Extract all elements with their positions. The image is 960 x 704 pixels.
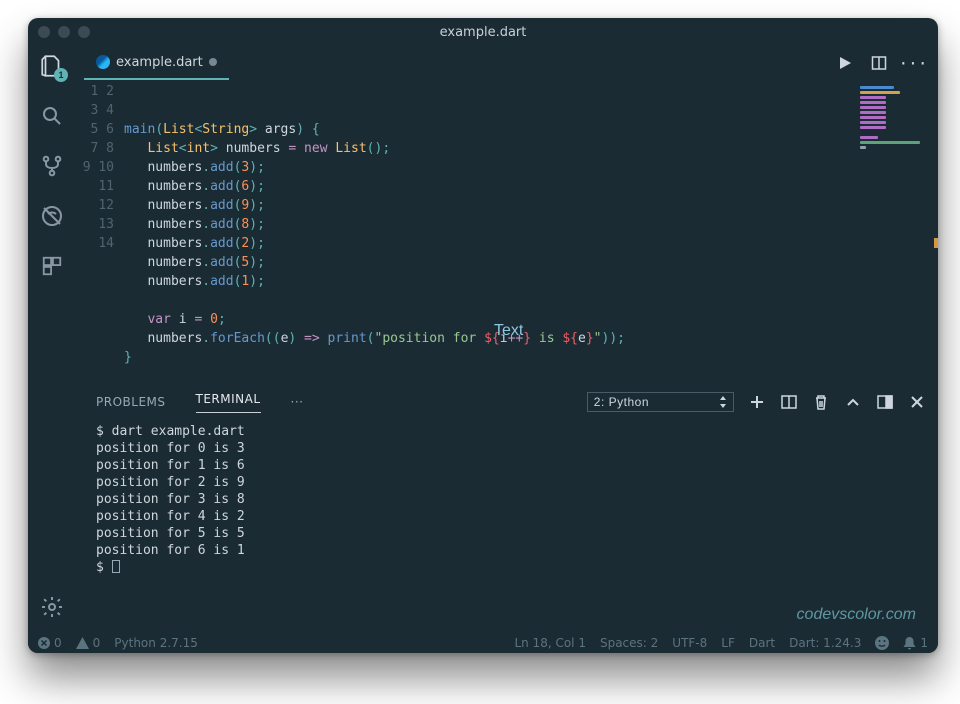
run-icon[interactable]: [836, 54, 854, 72]
chevron-up-icon[interactable]: [844, 393, 862, 411]
editor-actions: ···: [836, 54, 930, 72]
minimize-window-button[interactable]: [58, 26, 70, 38]
tab-problems[interactable]: PROBLEMS: [96, 395, 166, 409]
errors-count[interactable]: 0: [38, 636, 62, 650]
editor-group: example.dart ··· 1 2 3 4 5 6 7 8 9 10 11…: [76, 46, 938, 631]
cursor-position[interactable]: Ln 18, Col 1: [514, 636, 586, 650]
source-control-icon[interactable]: [38, 152, 66, 180]
new-terminal-icon[interactable]: [748, 393, 766, 411]
vscode-window: example.dart 1: [28, 18, 938, 653]
close-panel-icon[interactable]: [908, 393, 926, 411]
watermark-text: codevscolor.com: [797, 606, 916, 623]
bottom-panel: PROBLEMS TERMINAL ··· 2: Python: [76, 385, 938, 631]
maximize-window-button[interactable]: [78, 26, 90, 38]
traffic-lights: [38, 26, 90, 38]
settings-gear-icon[interactable]: [38, 593, 66, 621]
encoding[interactable]: UTF-8: [672, 636, 707, 650]
minimap[interactable]: [854, 84, 932, 204]
split-editor-icon[interactable]: [870, 54, 888, 72]
overlay-annotation: Text: [494, 322, 523, 340]
debug-icon[interactable]: [38, 202, 66, 230]
line-gutter: 1 2 3 4 5 6 7 8 9 10 11 12 13 14: [76, 80, 124, 385]
eol[interactable]: LF: [721, 636, 735, 650]
tab-example-dart[interactable]: example.dart: [84, 46, 229, 80]
tab-bar: example.dart ···: [76, 46, 938, 80]
split-terminal-icon[interactable]: [780, 393, 798, 411]
terminal-selector-label: 2: Python: [594, 395, 649, 409]
dart-file-icon: [96, 55, 110, 69]
code-content[interactable]: main(List<String> args) { List<int> numb…: [124, 80, 938, 385]
warnings-count[interactable]: 0: [76, 636, 101, 650]
status-bar: 0 0 Python 2.7.15 Ln 18, Col 1 Spaces: 2…: [28, 631, 938, 653]
python-version[interactable]: Python 2.7.15: [114, 636, 198, 650]
terminal-selector[interactable]: 2: Python: [587, 392, 734, 412]
feedback-smiley-icon[interactable]: [875, 636, 889, 650]
trash-icon[interactable]: [812, 393, 830, 411]
dart-sdk-version[interactable]: Dart: 1.24.3: [789, 636, 861, 650]
window-title: example.dart: [440, 25, 527, 40]
activity-bar: 1: [28, 46, 76, 631]
explorer-icon[interactable]: 1: [38, 52, 66, 80]
search-icon[interactable]: [38, 102, 66, 130]
explorer-badge: 1: [54, 68, 68, 82]
chevron-updown-icon: [719, 396, 727, 408]
close-window-button[interactable]: [38, 26, 50, 38]
tab-label: example.dart: [116, 55, 203, 70]
toggle-panel-icon[interactable]: [876, 393, 894, 411]
terminal-output[interactable]: $ dart example.dartposition for 0 is 3po…: [76, 419, 938, 631]
title-bar: example.dart: [28, 18, 938, 46]
language-mode[interactable]: Dart: [749, 636, 775, 650]
code-editor[interactable]: 1 2 3 4 5 6 7 8 9 10 11 12 13 14 main(Li…: [76, 80, 938, 385]
tab-more[interactable]: ···: [291, 395, 304, 409]
panel-tab-bar: PROBLEMS TERMINAL ··· 2: Python: [76, 385, 938, 419]
bell-notifications[interactable]: 1: [903, 636, 928, 650]
extensions-icon[interactable]: [38, 252, 66, 280]
main-area: 1 example.d: [28, 46, 938, 631]
panel-actions: 2: Python: [587, 392, 926, 412]
tab-terminal[interactable]: TERMINAL: [196, 392, 261, 413]
more-actions-icon[interactable]: ···: [904, 54, 922, 72]
unsaved-dot-icon: [209, 58, 217, 66]
indent-setting[interactable]: Spaces: 2: [600, 636, 658, 650]
overview-ruler-mark: [934, 238, 938, 248]
